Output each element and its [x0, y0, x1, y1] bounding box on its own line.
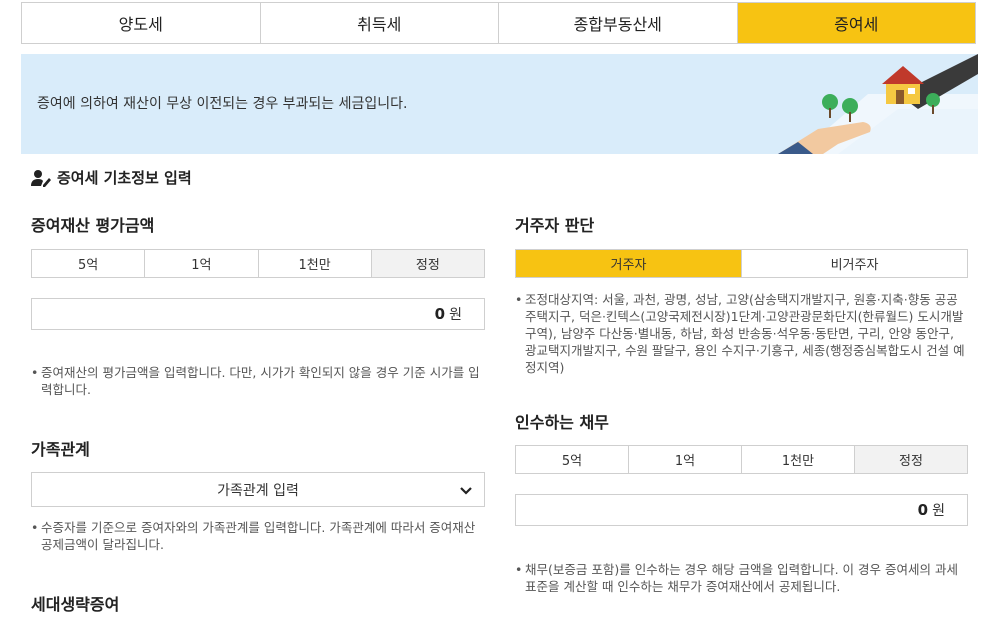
asset-amount-input[interactable]: 0 원: [31, 298, 485, 330]
debt-note: 채무(보증금 포함)를 인수하는 경우 해당 금액을 입력합니다. 이 경우 증…: [515, 561, 968, 595]
asset-reset-button[interactable]: 정정: [371, 250, 484, 277]
debt-add-500m-button[interactable]: 5억: [516, 446, 629, 473]
section-title-text: 증여세 기초정보 입력: [57, 169, 192, 187]
info-banner: 증여에 의하여 재산이 무상 이전되는 경우 부과되는 세금입니다.: [21, 54, 978, 154]
debt-heading: 인수하는 채무: [515, 413, 609, 432]
asset-amount-unit: 원: [449, 307, 462, 323]
residency-heading: 거주자 판단: [515, 216, 595, 235]
asset-quick-buttons: 5억 1억 1천만 정정: [31, 249, 485, 278]
asset-amount-heading: 증여재산 평가금액: [31, 216, 155, 235]
asset-add-500m-button[interactable]: 5억: [32, 250, 146, 277]
tax-tabs: 양도세 취득세 종합부동산세 증여세: [21, 2, 976, 44]
residency-toggle: 거주자 비거주자: [515, 249, 968, 278]
family-relation-heading: 가족관계: [31, 440, 90, 459]
banner-description: 증여에 의하여 재산이 무상 이전되는 경우 부과되는 세금입니다.: [37, 96, 408, 112]
residency-note: 조정대상지역: 서울, 과천, 광명, 성남, 고양(삼송택지개발지구, 원흥·…: [515, 291, 968, 376]
debt-add-10m-button[interactable]: 1천만: [742, 446, 855, 473]
tab-gift-tax[interactable]: 증여세: [737, 3, 975, 43]
asset-add-10m-button[interactable]: 1천만: [258, 250, 372, 277]
house-gift-illustration: [778, 54, 978, 154]
asset-amount-note: 증여재산의 평가금액을 입력합니다. 다만, 시가가 확인되지 않을 경우 기준…: [31, 364, 485, 398]
section-title: 증여세 기초정보 입력: [31, 167, 192, 188]
tab-transfer-tax[interactable]: 양도세: [22, 3, 261, 43]
debt-amount-value: 0: [917, 501, 929, 519]
debt-amount-input[interactable]: 0 원: [515, 494, 968, 526]
chevron-down-icon: [460, 487, 472, 495]
tab-comprehensive-property-tax[interactable]: 종합부동산세: [499, 3, 738, 43]
resident-button[interactable]: 거주자: [516, 250, 742, 277]
non-resident-button[interactable]: 비거주자: [742, 250, 967, 277]
tab-acquisition-tax[interactable]: 취득세: [260, 3, 499, 43]
generation-skip-heading: 세대생략증여: [31, 595, 120, 614]
user-edit-icon: [31, 169, 51, 187]
debt-reset-button[interactable]: 정정: [855, 446, 967, 473]
asset-amount-value: 0: [434, 305, 446, 323]
debt-quick-buttons: 5억 1억 1천만 정정: [515, 445, 968, 474]
asset-add-100m-button[interactable]: 1억: [145, 250, 259, 277]
family-relation-note: 수증자를 기준으로 증여자와의 가족관계를 입력합니다. 가족관계에 따라서 증…: [31, 519, 485, 553]
debt-amount-unit: 원: [932, 503, 945, 519]
family-relation-select[interactable]: 가족관계 입력: [31, 472, 485, 507]
family-relation-select-value: 가족관계 입력: [217, 482, 299, 499]
debt-add-100m-button[interactable]: 1억: [629, 446, 742, 473]
